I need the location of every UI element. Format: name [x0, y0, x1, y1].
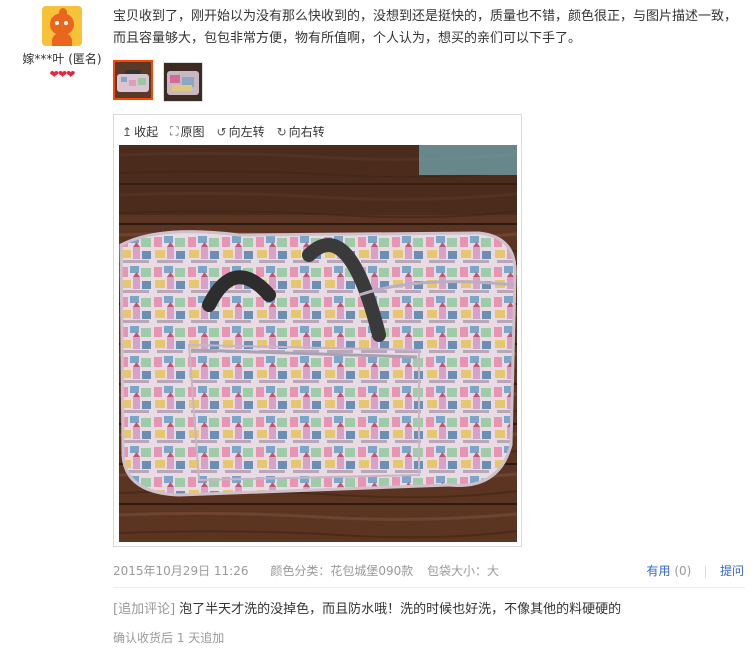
photo-viewer: ↥ 收起 ⛶ 原图 ↺ 向左转 ↻ 向右转	[113, 114, 522, 547]
append-text: 泡了半天才洗的没掉色，而且防水哦！洗的时候也好洗，不像其他的料硬硬的	[179, 602, 622, 617]
useful-count: (0)	[674, 564, 692, 578]
photo-thumbnail-1[interactable]	[113, 60, 153, 100]
rotate-right-button[interactable]: ↻ 向右转	[277, 123, 325, 140]
expand-icon: ⛶	[170, 124, 179, 138]
useful-button[interactable]: 有用 (0)	[646, 564, 691, 578]
avatar	[42, 6, 82, 46]
original-image-button[interactable]: ⛶ 原图	[170, 123, 204, 140]
review-body: 宝贝收到了，刚开始以为没有那么快收到的，没想到还是挺快的，质量也不错，颜色很正，…	[113, 6, 745, 50]
sku-color: 颜色分类：花包城堡090款	[270, 564, 414, 578]
viewer-toolbar: ↥ 收起 ⛶ 原图 ↺ 向左转 ↻ 向右转	[122, 123, 325, 140]
review-text: 宝贝收到了，刚开始以为没有那么快收到的，没想到还是挺快的，质量也不错，颜色很正，…	[113, 9, 738, 46]
rotate-right-icon: ↻	[276, 124, 287, 139]
photo-thumbnail-2[interactable]	[163, 62, 203, 102]
review-photo[interactable]	[119, 145, 517, 542]
collapse-button[interactable]: ↥ 收起	[122, 123, 158, 140]
section-divider	[113, 587, 745, 588]
rotate-left-icon: ↺	[216, 124, 227, 139]
reputation-hearts-icon: ❤❤❤	[49, 68, 76, 81]
appended-review: [追加评论] 泡了半天才洗的没掉色，而且防水哦！洗的时候也好洗，不像其他的料硬硬的	[113, 598, 621, 617]
reviewer-info: 嫁***叶 (匿名) ❤❤❤	[12, 6, 112, 81]
username: 嫁***叶 (匿名)	[22, 52, 102, 66]
divider	[705, 565, 707, 578]
collapse-icon: ↥	[122, 124, 133, 139]
review-date: 2015年10月29日 11:26	[113, 564, 249, 578]
review-actions: 有用 (0) 提问	[646, 562, 744, 579]
sku-size: 包袋大小：大	[427, 564, 500, 578]
append-tag: [追加评论]	[113, 602, 176, 617]
ask-button[interactable]: 提问	[720, 564, 744, 578]
append-time: 确认收货后 1 天追加	[113, 631, 225, 645]
rotate-left-button[interactable]: ↺ 向左转	[217, 123, 265, 140]
